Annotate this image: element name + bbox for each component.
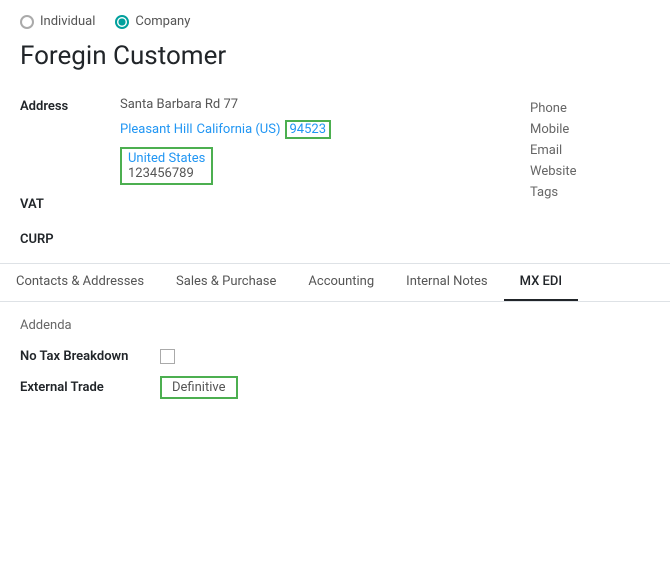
no-tax-breakdown-checkbox[interactable] xyxy=(160,349,175,364)
addenda-section-label: Addenda xyxy=(20,318,650,333)
vat-field-row: VAT xyxy=(20,195,530,212)
contact-links: Phone Mobile Email Website Tags xyxy=(530,97,650,222)
individual-radio[interactable] xyxy=(20,15,34,29)
mobile-link[interactable]: Mobile xyxy=(530,122,650,137)
address-country-vat: United States 123456789 xyxy=(120,147,530,185)
address-zip: 94523 xyxy=(285,120,332,139)
type-selector: Individual Company xyxy=(0,0,670,37)
tab-internal-notes[interactable]: Internal Notes xyxy=(390,264,503,301)
tab-contacts-addresses[interactable]: Contacts & Addresses xyxy=(0,264,160,301)
individual-option[interactable]: Individual xyxy=(20,14,95,29)
phone-link[interactable]: Phone xyxy=(530,101,650,116)
address-city: Pleasant Hill xyxy=(120,122,193,137)
tab-mx-edi[interactable]: MX EDI xyxy=(504,264,578,301)
address-left-col: Address Santa Barbara Rd 77 Pleasant Hil… xyxy=(20,97,530,222)
page-title: Foregin Customer xyxy=(0,37,670,87)
vat-number: 123456789 xyxy=(128,166,205,181)
tab-accounting[interactable]: Accounting xyxy=(292,264,390,301)
address-section: Address Santa Barbara Rd 77 Pleasant Hil… xyxy=(0,87,670,232)
external-trade-label: External Trade xyxy=(20,380,160,395)
address-field-row: Address Santa Barbara Rd 77 Pleasant Hil… xyxy=(20,97,530,185)
company-option[interactable]: Company xyxy=(115,14,190,29)
tab-sales-purchase[interactable]: Sales & Purchase xyxy=(160,264,292,301)
external-trade-row: External Trade Definitive xyxy=(20,376,650,399)
external-trade-dropdown[interactable]: Definitive xyxy=(160,376,238,399)
address-label: Address xyxy=(20,97,120,114)
address-country: United States xyxy=(128,151,205,166)
company-label: Company xyxy=(135,14,190,29)
company-radio[interactable] xyxy=(115,15,129,29)
tags-link[interactable]: Tags xyxy=(530,185,650,200)
tabs-bar: Contacts & Addresses Sales & Purchase Ac… xyxy=(0,263,670,302)
address-line1: Santa Barbara Rd 77 xyxy=(120,97,530,112)
email-link[interactable]: Email xyxy=(530,143,650,158)
vat-label: VAT xyxy=(20,195,120,212)
no-tax-breakdown-row: No Tax Breakdown xyxy=(20,349,650,364)
tab-content-mx-edi: Addenda No Tax Breakdown External Trade … xyxy=(0,302,670,427)
no-tax-breakdown-label: No Tax Breakdown xyxy=(20,349,160,364)
individual-label: Individual xyxy=(40,14,95,29)
website-link[interactable]: Website xyxy=(530,164,650,179)
country-vat-box: United States 123456789 xyxy=(120,147,213,185)
address-line2: Pleasant Hill California (US) 94523 xyxy=(120,120,530,139)
curp-label: CURP xyxy=(0,232,670,247)
address-state: California (US) xyxy=(197,122,281,137)
address-value: Santa Barbara Rd 77 Pleasant Hill Califo… xyxy=(120,97,530,185)
